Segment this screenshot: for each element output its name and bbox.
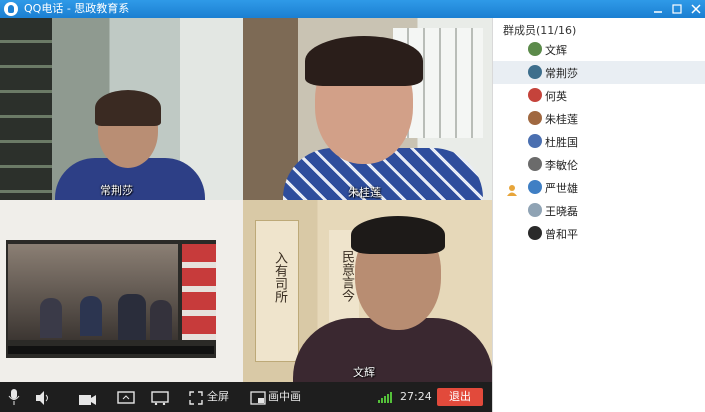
call-toolbar: 全屏 画中画 27:24 退出 xyxy=(0,382,492,412)
member-item[interactable]: 王晓磊 xyxy=(493,199,705,222)
figure xyxy=(40,298,62,338)
member-name: 杜胜国 xyxy=(545,136,578,149)
microphone-icon[interactable] xyxy=(8,389,20,409)
host-icon xyxy=(506,181,518,196)
member-item[interactable]: 严世雄 xyxy=(493,176,705,199)
video-tile-1[interactable]: 常荆莎 xyxy=(0,18,243,200)
fullscreen-button[interactable]: 全屏 xyxy=(207,382,229,412)
participant-hair xyxy=(95,90,161,126)
member-item[interactable]: 何英 xyxy=(493,84,705,107)
participant-hair xyxy=(305,36,423,86)
video-tile-4[interactable]: 入有司所 民意言今 文辉 xyxy=(243,200,492,382)
close-icon[interactable] xyxy=(689,2,703,16)
picture-in-picture-button[interactable]: 画中画 xyxy=(268,382,301,412)
fullscreen-icon[interactable] xyxy=(189,390,203,409)
signal-strength-icon xyxy=(378,391,394,403)
avatar xyxy=(528,203,542,217)
avatar xyxy=(528,111,542,125)
video-tile-3[interactable]: 何英 xyxy=(0,200,243,382)
member-item[interactable]: 常荆莎 xyxy=(493,61,705,84)
maximize-icon[interactable] xyxy=(670,2,684,16)
video-tile-2[interactable]: 朱桂莲 xyxy=(243,18,492,200)
calligraphy-scroll: 入有司所 xyxy=(255,220,299,362)
member-count-header: 群成员(11/16) xyxy=(503,24,577,37)
member-item[interactable]: 杜胜国 xyxy=(493,130,705,153)
member-item[interactable]: 李敏伦 xyxy=(493,153,705,176)
participant-name: 文辉 xyxy=(353,366,375,379)
member-panel: 群成员(11/16) 文辉常荆莎何英朱桂莲杜胜国李敏伦严世雄王晓磊曾和平 xyxy=(492,18,705,412)
member-name: 曾和平 xyxy=(545,228,578,241)
figure xyxy=(118,294,146,340)
participant-name: 常荆莎 xyxy=(100,184,133,197)
picture-in-picture-icon[interactable] xyxy=(250,390,266,409)
avatar xyxy=(528,180,542,194)
figure xyxy=(150,300,172,340)
avatar xyxy=(528,157,542,171)
avatar xyxy=(528,226,542,240)
speaker-icon[interactable] xyxy=(35,390,51,409)
side-panel xyxy=(182,244,216,340)
video-grid: 常荆莎 朱桂莲 何英 入有司所 民意言今 文辉 xyxy=(0,18,492,382)
minimize-icon[interactable] xyxy=(651,2,665,16)
calligraphy-text: 民意言今 xyxy=(339,250,354,302)
title-bar: QQ电话 - 思政教育系 xyxy=(0,0,705,18)
member-name: 李敏伦 xyxy=(545,159,578,172)
member-name: 朱桂莲 xyxy=(545,113,578,126)
figure xyxy=(80,296,102,336)
camera-icon[interactable] xyxy=(79,391,97,410)
member-name: 王晓磊 xyxy=(545,205,578,218)
calligraphy-text: 入有司所 xyxy=(272,251,287,303)
avatar xyxy=(528,65,542,79)
member-item[interactable]: 文辉 xyxy=(493,38,705,61)
avatar xyxy=(528,88,542,102)
bookshelf xyxy=(0,18,52,200)
member-name: 何英 xyxy=(545,90,567,103)
call-duration: 27:24 xyxy=(400,390,432,403)
qq-logo-icon xyxy=(4,2,18,16)
member-item[interactable]: 朱桂莲 xyxy=(493,107,705,130)
member-name: 文辉 xyxy=(545,44,567,57)
video-player-icon[interactable] xyxy=(151,390,169,409)
member-name: 严世雄 xyxy=(545,182,578,195)
avatar xyxy=(528,134,542,148)
avatar xyxy=(528,42,542,56)
exit-call-button[interactable]: 退出 xyxy=(437,388,483,406)
player-controls xyxy=(8,346,214,354)
member-name: 常荆莎 xyxy=(545,67,578,80)
window-title: QQ电话 - 思政教育系 xyxy=(24,2,130,15)
member-item[interactable]: 曾和平 xyxy=(493,222,705,245)
share-screen-icon[interactable] xyxy=(117,390,135,409)
participant-hair xyxy=(351,216,445,254)
participant-name: 朱桂莲 xyxy=(348,186,381,199)
